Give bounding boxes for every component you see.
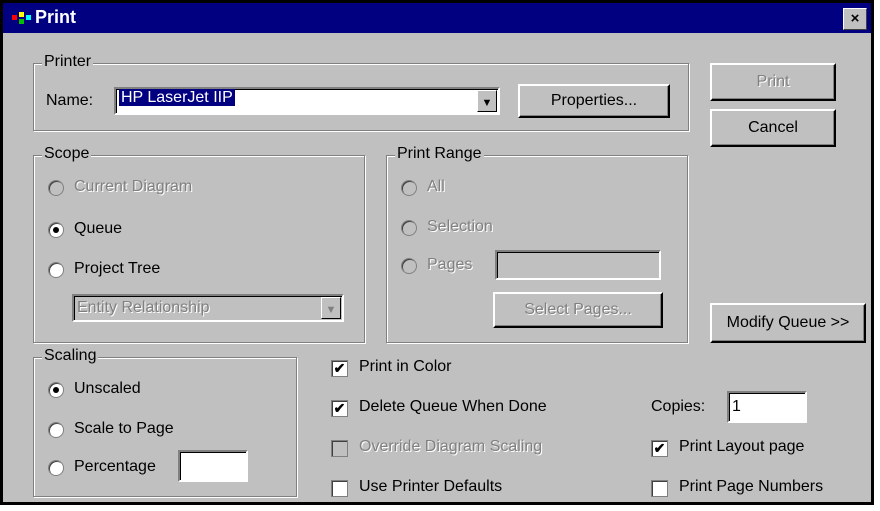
- checkbox-delete-queue[interactable]: ✔: [331, 400, 348, 417]
- radio-queue[interactable]: [48, 222, 64, 238]
- override-scaling-label: Override Diagram Scaling: [359, 438, 543, 455]
- checkbox-override-scaling[interactable]: [331, 440, 348, 457]
- printer-app-icon: [12, 12, 31, 24]
- radio-percentage[interactable]: [48, 460, 64, 476]
- properties-button[interactable]: Properties...: [518, 84, 670, 118]
- radio-current-diagram[interactable]: [48, 180, 64, 196]
- scope-group: Scope Current Diagram Queue Project Tree…: [33, 145, 365, 343]
- percentage-label: Percentage: [74, 458, 156, 475]
- scale-to-page-label: Scale to Page: [74, 420, 174, 437]
- radio-unscaled[interactable]: [48, 382, 64, 398]
- print-range-group-label: Print Range: [395, 145, 484, 163]
- tree-type-value: Entity Relationship: [77, 299, 210, 316]
- close-icon[interactable]: ×: [851, 10, 860, 27]
- current-diagram-label: Current Diagram: [74, 178, 193, 195]
- unscaled-label: Unscaled: [74, 380, 141, 397]
- scaling-group: Scaling Unscaled Scale to Page Percentag…: [33, 347, 297, 497]
- checkbox-print-page-numbers[interactable]: [651, 480, 668, 497]
- checkbox-print-layout-page[interactable]: ✔: [651, 440, 668, 457]
- radio-pages[interactable]: [401, 258, 417, 274]
- pages-input[interactable]: [495, 250, 661, 280]
- scope-group-label: Scope: [42, 145, 92, 163]
- printer-group: Printer Name: HP LaserJet IIP ▼ Properti…: [33, 53, 689, 131]
- chevron-down-icon[interactable]: ▼: [321, 297, 341, 319]
- print-in-color-label: Print in Color: [359, 358, 452, 375]
- radio-scale-to-page[interactable]: [48, 422, 64, 438]
- scaling-group-label: Scaling: [42, 347, 99, 365]
- print-range-group: Print Range All Selection Pages Select P…: [386, 145, 688, 343]
- printer-name-label: Name:: [46, 92, 94, 109]
- all-label: All: [427, 178, 445, 195]
- print-layout-page-label: Print Layout page: [679, 438, 805, 455]
- radio-project-tree[interactable]: [48, 262, 64, 278]
- checkbox-print-in-color[interactable]: ✔: [331, 360, 348, 377]
- modify-queue-button[interactable]: Modify Queue >>: [710, 303, 866, 343]
- delete-queue-label: Delete Queue When Done: [359, 398, 547, 415]
- close-button[interactable]: ×: [843, 8, 867, 30]
- cancel-button[interactable]: Cancel: [710, 109, 836, 147]
- selection-label: Selection: [427, 218, 493, 235]
- window-title: Print: [35, 7, 77, 27]
- queue-label: Queue: [74, 220, 123, 237]
- chevron-down-icon[interactable]: ▼: [477, 90, 497, 112]
- printer-group-label: Printer: [42, 53, 94, 71]
- copies-input[interactable]: 1: [727, 391, 807, 423]
- pages-label: Pages: [427, 256, 473, 273]
- print-page-numbers-label: Print Page Numbers: [679, 478, 824, 495]
- copies-label: Copies:: [651, 398, 706, 415]
- printer-name-value: HP LaserJet IIP: [119, 89, 235, 106]
- radio-all[interactable]: [401, 180, 417, 196]
- title-bar[interactable]: Print ×: [3, 3, 871, 33]
- radio-selection[interactable]: [401, 220, 417, 236]
- select-pages-button[interactable]: Select Pages...: [493, 292, 663, 328]
- percentage-input[interactable]: [178, 450, 248, 482]
- radio-selected-dot: [53, 227, 59, 233]
- radio-selected-dot: [53, 387, 59, 393]
- tree-type-select[interactable]: Entity Relationship ▼: [72, 294, 344, 322]
- print-dialog: Print × Printer Name: HP LaserJet IIP ▼ …: [0, 0, 874, 505]
- print-button[interactable]: Print: [710, 63, 836, 101]
- use-printer-defaults-label: Use Printer Defaults: [359, 478, 503, 495]
- printer-name-select[interactable]: HP LaserJet IIP ▼: [114, 87, 500, 115]
- checkbox-use-printer-defaults[interactable]: [331, 480, 348, 497]
- project-tree-label: Project Tree: [74, 260, 161, 277]
